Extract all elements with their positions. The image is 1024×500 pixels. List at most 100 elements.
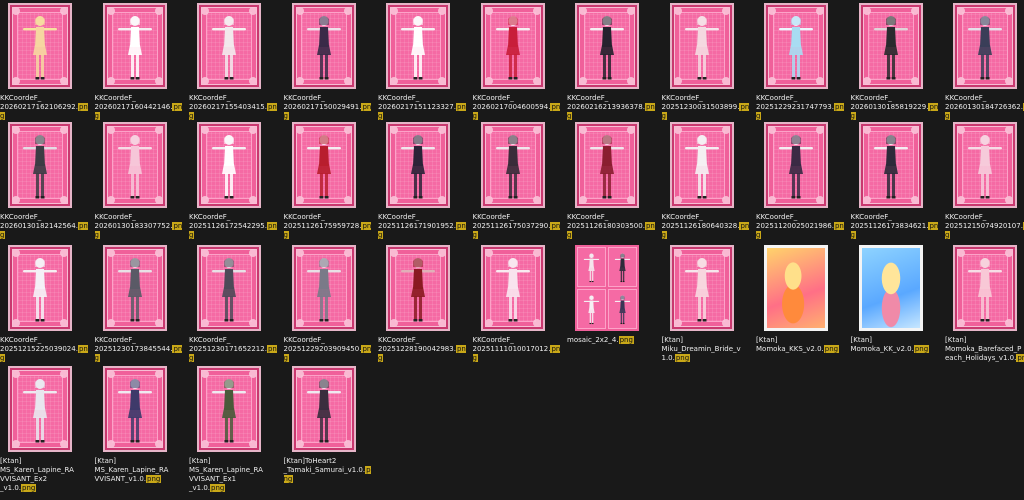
thumbnail-image bbox=[8, 3, 72, 89]
character-figure bbox=[968, 135, 1002, 199]
file-name-text: KKCoordeF_ bbox=[94, 94, 136, 102]
file-name-text: KKCoordeF_ bbox=[945, 213, 987, 221]
thumbnail-image bbox=[953, 122, 1017, 208]
thumbnail-image bbox=[8, 245, 72, 331]
file-name-text: KKCoordeF_ bbox=[378, 94, 420, 102]
thumbnail-image bbox=[386, 245, 450, 331]
file-name-text: 20260217004600594. bbox=[472, 103, 551, 111]
file-name-text: 20260130182142564. bbox=[0, 222, 78, 230]
file-name-text: KKCoordeF_ bbox=[661, 213, 703, 221]
thumbnail-image bbox=[858, 245, 923, 331]
character-figure bbox=[583, 253, 600, 283]
thumbnail-image bbox=[858, 122, 923, 208]
character-figure bbox=[401, 16, 435, 80]
thumbnail-image bbox=[8, 366, 72, 452]
file-name-text: 20251126175959728. bbox=[283, 222, 362, 230]
file-name-text: KKCoordeF_ bbox=[94, 336, 136, 344]
file-name-text: KKCoordeF_ bbox=[189, 213, 231, 221]
file-name-label: KKCoordeF_ 20260217155403415.png bbox=[189, 94, 279, 121]
file-name-text: KKCoordeF_ bbox=[850, 213, 892, 221]
file-name-text: Momoka_KKS_v2.0. bbox=[756, 345, 824, 353]
file-name-text: KKCoordeF_ bbox=[378, 213, 420, 221]
character-figure bbox=[23, 16, 57, 80]
file-name-text: _Tamaki_Samurai_v1.0. bbox=[283, 466, 366, 474]
file-name-text: KKCoordeF_ bbox=[283, 94, 325, 102]
file-name-text: KKCoordeF_ bbox=[0, 336, 42, 344]
file-name-label: [Ktan] MS_Karen_Lapine_RA VVISANT_v1.0.png bbox=[95, 457, 185, 484]
character-figure bbox=[306, 258, 341, 322]
file-name-text: KKCoordeF_ bbox=[0, 213, 42, 221]
thumbnail-image bbox=[575, 245, 639, 331]
character-figure bbox=[23, 135, 57, 199]
thumbnail-image bbox=[197, 3, 261, 89]
file-name-label: KKCoordeF_ 20251229231747793.png bbox=[756, 94, 846, 121]
file-name-text: 20251126172542295. bbox=[189, 222, 267, 230]
thumbnail-image bbox=[386, 122, 450, 208]
file-name-text: KKCoordeF_ bbox=[756, 213, 798, 221]
file-name-text: [Ktan] bbox=[756, 336, 778, 344]
file-grid: KKCoordeF_ 20260217162106292.png KKCoordeF… bbox=[0, 0, 1024, 500]
character-figure bbox=[117, 379, 152, 443]
thumbnail-image bbox=[764, 3, 828, 89]
file-name-text: 20260130184726362. bbox=[945, 103, 1023, 111]
file-name-text: VVISANT_Ex1 bbox=[189, 475, 237, 483]
character-figure bbox=[583, 295, 600, 325]
character-figure bbox=[684, 258, 719, 322]
thumbnail-image bbox=[669, 122, 734, 208]
file-name-text: 20251126180640328. bbox=[661, 222, 740, 230]
file-name-text: KKCoordeF_ bbox=[661, 94, 703, 102]
file-name-text: KKCoordeF_ bbox=[756, 94, 798, 102]
character-figure bbox=[23, 379, 57, 443]
file-name-text: KKCoordeF_ bbox=[283, 336, 325, 344]
file-name-text: KKCoordeF_ bbox=[378, 336, 420, 344]
character-figure bbox=[968, 258, 1002, 322]
thumbnail-image bbox=[669, 3, 734, 89]
file-name-label: KKCoordeF_ 20260217151123327.png bbox=[378, 94, 468, 121]
file-name-label: KKCoordeF_ 20251230031503899.png bbox=[661, 94, 752, 121]
character-figure bbox=[212, 258, 246, 322]
file-extension-highlight: png bbox=[146, 475, 162, 483]
file-name-text: 20251230171652212. bbox=[189, 345, 267, 353]
file-name-label: [Ktan]ToHeart2 _Tamaki_Samurai_v1.0.png bbox=[283, 457, 374, 484]
character-figure bbox=[306, 16, 341, 80]
file-name-label: KKCoordeF_ 20251230173845544.png bbox=[94, 336, 185, 363]
file-name-text: 20251230173845544. bbox=[94, 345, 173, 353]
file-name-text: KKCoordeF_ bbox=[472, 336, 514, 344]
thumbnail-image bbox=[197, 122, 261, 208]
character-figure bbox=[495, 16, 530, 80]
file-extension-highlight: png bbox=[210, 484, 226, 492]
file-name-text: 20251126171901952. bbox=[378, 222, 456, 230]
thumbnail-image bbox=[102, 3, 167, 89]
thumbnail-image bbox=[386, 3, 450, 89]
thumbnail-image bbox=[102, 245, 167, 331]
file-name-text: 20260130183307752. bbox=[94, 222, 173, 230]
file-name-label: KKCoordeF_ 20251126171901952.png bbox=[378, 213, 468, 240]
character-figure bbox=[684, 135, 719, 199]
file-extension-highlight: png bbox=[823, 345, 840, 353]
character-figure bbox=[590, 16, 624, 80]
mosaic-cell bbox=[608, 289, 637, 329]
file-name-text: 20251228190042983. bbox=[378, 345, 456, 353]
file-name-text: 20251126173834621. bbox=[850, 222, 929, 230]
file-name-text: 20260217151123327. bbox=[378, 103, 456, 111]
file-name-text: 20251229203909450. bbox=[283, 345, 362, 353]
file-extension-highlight: png bbox=[913, 345, 930, 353]
character-figure bbox=[401, 135, 435, 199]
thumbnail-image bbox=[480, 122, 545, 208]
file-name-text: 20251229231747793. bbox=[756, 103, 834, 111]
file-name-text: 20251111010017012. bbox=[472, 345, 551, 353]
character-figure bbox=[212, 379, 246, 443]
thumbnail-image bbox=[480, 245, 545, 331]
file-extension-highlight: png bbox=[674, 354, 691, 362]
character-figure bbox=[495, 135, 530, 199]
file-name-text: 20251126175037290. bbox=[472, 222, 551, 230]
file-name-text: Momoka_Barefaced_P bbox=[945, 345, 1022, 353]
file-name-text: MS_Karen_Lapine_RA bbox=[94, 466, 169, 474]
file-name-label: [Ktan] Miku_Dreamin_Bride_v 1.0.png bbox=[662, 336, 752, 363]
file-name-text: mosaic_2x2_4. bbox=[567, 336, 619, 344]
character-figure bbox=[495, 258, 530, 322]
file-name-label: KKCoordeF_ 20260217162106292.png bbox=[0, 94, 90, 121]
file-name-text: Miku_Dreamin_Bride_v bbox=[661, 345, 741, 353]
file-name-text: KKCoordeF_ bbox=[567, 213, 609, 221]
file-name-label: KKCoordeF_ 20260216213936378.png bbox=[567, 94, 657, 121]
